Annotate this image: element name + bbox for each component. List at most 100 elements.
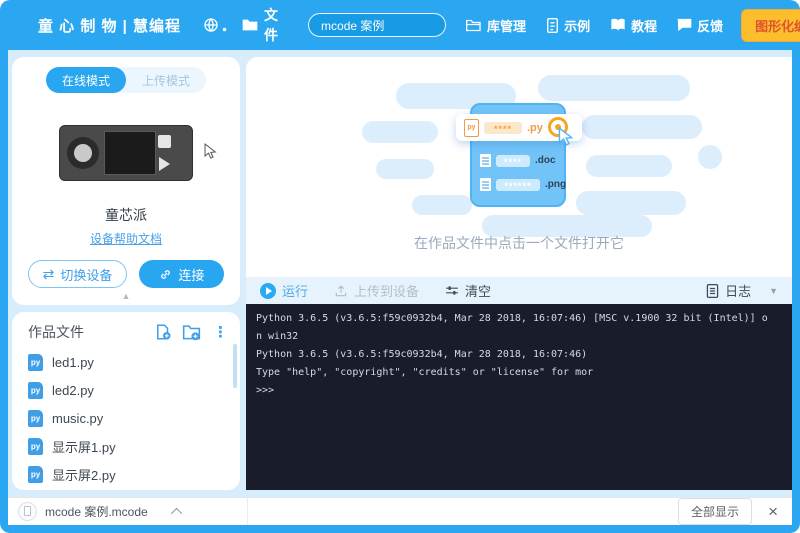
project-name-input[interactable] [308,13,446,37]
empty-state-hint: 在作品文件中点击一个文件打开它 [246,233,792,253]
graphical-editor-button[interactable]: 图形化编辑器 [741,9,800,42]
file-row[interactable]: py led1.py [12,348,240,376]
doc-file-icon [480,154,491,167]
python-file-icon: py [28,354,43,371]
console-toolbar: 运行 上传到设备 清空 [246,277,792,304]
console-line: Python 3.6.5 (v3.6.5:f59c0932b4, Mar 28 … [256,310,782,328]
clear-console-button[interactable]: 清空 [445,281,491,300]
brand-logo: 童 心 制 物 | 慧编程 [38,15,181,36]
upload-icon [334,284,348,298]
clear-icon [445,284,459,297]
open-file-tab[interactable]: mcode 案例.mcode [8,498,248,525]
console-prompt: >>> [256,382,782,400]
file-row[interactable]: py 显示屏1.py [12,432,240,460]
python-file-icon: py [28,382,43,399]
filename-placeholder: **** [496,155,530,167]
filename-placeholder: **** [484,122,522,134]
filename-placeholder: ****** [496,179,540,191]
collapse-panel-arrow[interactable]: ▲ [122,292,131,301]
app-window: 童 心 制 物 | 慧编程 文件 库管理 示例 [0,0,800,533]
link-icon [159,268,172,281]
file-row[interactable]: py led2.py [12,376,240,404]
swap-arrows-icon: ⇄ [43,267,55,281]
file-row[interactable]: py 贪食蛇.py [12,488,240,490]
files-menu-kebab-icon[interactable]: ⋮ [213,325,228,340]
chevron-up-icon[interactable] [171,507,182,518]
nav-library-label: 库管理 [487,16,526,35]
close-icon[interactable]: × [768,503,778,520]
background-blob [582,115,702,139]
python-file-icon: py [28,410,43,427]
new-folder-icon[interactable] [182,323,201,341]
nav-library[interactable]: 库管理 [466,16,526,35]
console-output[interactable]: Python 3.6.5 (v3.6.5:f59c0932b4, Mar 28 … [246,304,792,490]
file-menu[interactable]: 文件 [242,5,278,45]
device-screen [104,131,156,175]
nav-tutorials[interactable]: 教程 [610,16,657,35]
mouse-cursor-icon [204,143,217,164]
connect-button[interactable]: 连接 [139,260,224,288]
device-help-link[interactable]: 设备帮助文档 [90,230,162,247]
background-blob [698,145,722,169]
log-icon [706,284,719,298]
png-extension-label: .png [545,179,566,190]
project-files-title: 作品文件 [28,322,144,342]
chevron-down-icon[interactable]: ▼ [769,286,778,296]
log-button[interactable]: 日志 [706,281,751,300]
file-menu-label: 文件 [264,5,278,45]
device-button-b [159,157,170,171]
nav-examples[interactable]: 示例 [546,16,590,35]
folder-icon [242,18,258,32]
upload-label: 上传到设备 [354,281,419,300]
file-name: 显示屏1.py [52,437,116,456]
file-row[interactable]: py 显示屏2.py [12,460,240,488]
editor-empty-state: py **** .py **** .doc ****** .png 在作品文件中… [246,57,792,277]
tab-upload-mode[interactable]: 上传模式 [126,67,206,93]
illustration-doc-row: **** .doc [480,152,556,169]
python-file-icon: py [28,466,43,483]
console-line: n win32 [256,328,782,346]
device-joystick [67,137,99,169]
background-blob [576,191,686,215]
clear-label: 清空 [465,281,491,300]
nav-examples-label: 示例 [564,16,590,35]
new-file-icon[interactable] [154,323,172,341]
tab-online-mode[interactable]: 在线模式 [46,67,126,93]
upload-to-device-button[interactable]: 上传到设备 [334,281,419,300]
device-button-a [158,135,171,148]
mode-tabs: 在线模式 上传模式 [46,67,206,93]
device-panel: 在线模式 上传模式 童芯派 设备帮助文档 ⇄ 切换设备 [12,57,240,305]
nav-tutorials-label: 教程 [631,16,657,35]
nav-feedback[interactable]: 反馈 [677,16,723,35]
device-image [41,125,211,181]
background-blob [586,155,672,177]
background-blob [362,121,438,143]
library-folder-icon [466,19,482,32]
background-blob [376,159,434,179]
background-blob [412,195,472,215]
files-scrollbar[interactable] [233,344,237,388]
nav-feedback-label: 反馈 [697,16,723,35]
show-all-button[interactable]: 全部显示 [678,498,752,525]
mouse-cursor-icon [558,127,574,151]
run-button[interactable]: 运行 [260,281,308,300]
file-row[interactable]: py music.py [12,404,240,432]
console-line: Type "help", "copyright", "credits" or "… [256,364,782,382]
mcode-file-icon [18,502,37,521]
language-globe-icon[interactable] [203,17,228,33]
console-line: Python 3.6.5 (v3.6.5:f59c0932b4, Mar 28 … [256,346,782,364]
open-file-name: mcode 案例.mcode [45,503,148,520]
switch-device-button[interactable]: ⇄ 切换设备 [28,260,128,288]
file-name: led1.py [52,355,94,370]
main-content: 在线模式 上传模式 童芯派 设备帮助文档 ⇄ 切换设备 [8,50,792,525]
illustration-png-row: ****** .png [480,176,566,193]
feedback-chat-icon [677,18,692,32]
connect-label: 连接 [178,265,204,284]
doc-extension-label: .doc [535,155,556,166]
file-name: 显示屏2.py [52,465,116,484]
device-name: 童芯派 [105,205,147,225]
file-name: led2.py [52,383,94,398]
py-extension-label: .py [527,122,543,134]
top-header: 童 心 制 物 | 慧编程 文件 库管理 示例 [0,0,800,50]
python-file-icon: py [28,438,43,455]
